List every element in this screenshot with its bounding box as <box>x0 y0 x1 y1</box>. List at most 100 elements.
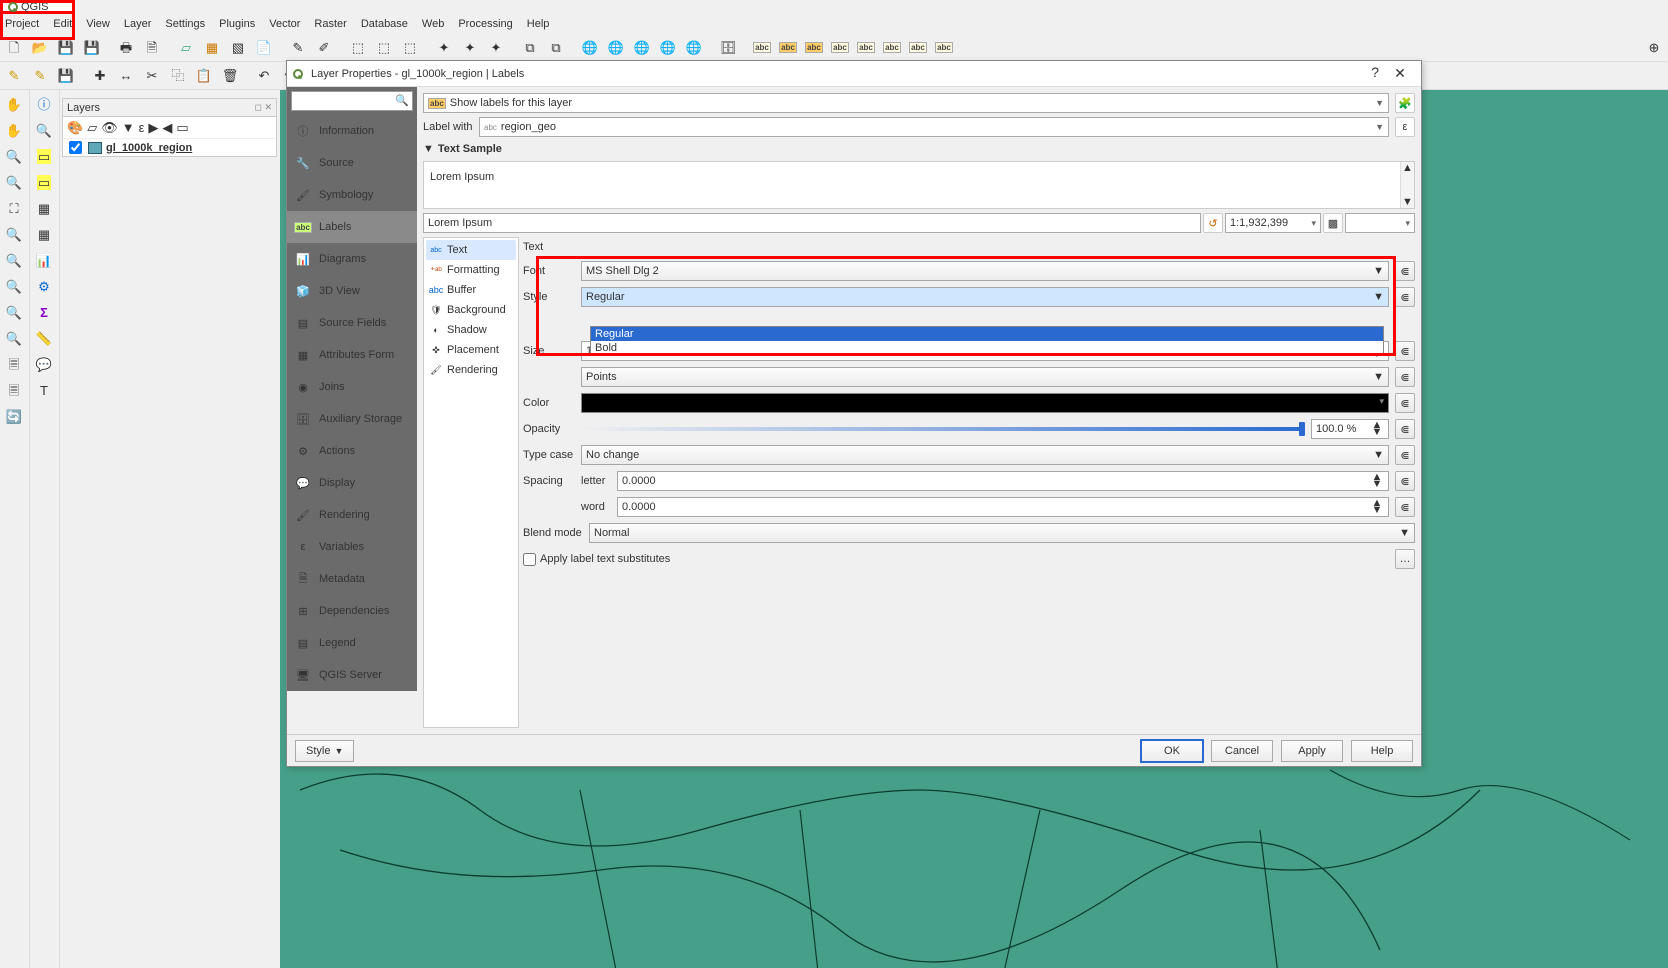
calc-icon[interactable]: ▦ <box>32 222 56 246</box>
vertex-icon[interactable]: ⧉ <box>518 36 542 60</box>
web-icon[interactable]: 🌐 <box>578 36 602 60</box>
help-button[interactable]: Help <box>1351 740 1413 762</box>
label-mode-combo[interactable]: abcShow labels for this layer ▼ <box>423 93 1389 113</box>
layer-remove-icon[interactable]: ▭ <box>176 121 188 134</box>
select-features-icon[interactable]: ▭ <box>32 144 56 168</box>
nav-attrform[interactable]: ▦Attributes Form <box>287 339 417 371</box>
web3-icon[interactable]: 🌐 <box>630 36 654 60</box>
style-menu-button[interactable]: Style▼ <box>295 740 354 762</box>
label-abc4-icon[interactable]: abc <box>828 36 852 60</box>
pencil-icon[interactable]: ✎ <box>2 64 26 88</box>
node2-icon[interactable]: ✦ <box>458 36 482 60</box>
nav-dependencies[interactable]: ⊞Dependencies <box>287 595 417 627</box>
nav-3dview[interactable]: 🧊3D View <box>287 275 417 307</box>
bookmark-icon[interactable]: 💬 <box>32 352 56 376</box>
opacity-slider[interactable] <box>581 427 1305 431</box>
layout-manager-icon[interactable]: 🖶 <box>114 36 138 60</box>
zoom-sel-icon[interactable]: 🔍 <box>2 248 26 272</box>
spacing-letter-input[interactable]: 0.0000▲▼ <box>617 471 1389 491</box>
zoom-full-icon[interactable]: ⛶ <box>2 196 26 220</box>
menu-view[interactable]: View <box>86 18 110 30</box>
save-project-icon[interactable]: 💾 <box>54 36 78 60</box>
nav-symbology[interactable]: 🖌Symbology <box>287 179 417 211</box>
cut-icon[interactable]: ✂ <box>140 64 164 88</box>
add-vector-icon[interactable]: ▱ <box>174 36 198 60</box>
sub-buffer[interactable]: abcBuffer <box>426 280 516 300</box>
menu-project[interactable]: Project <box>5 18 39 30</box>
processing-icon[interactable]: ⚙ <box>32 274 56 298</box>
zoom-last-icon[interactable]: 🔍 <box>2 274 26 298</box>
nav-qgisserver[interactable]: 🖥QGIS Server <box>287 659 417 691</box>
nav-legend[interactable]: ▤Legend <box>287 627 417 659</box>
web5-icon[interactable]: 🌐 <box>682 36 706 60</box>
attr-table-icon[interactable]: ▦ <box>32 196 56 220</box>
spacing-word-input[interactable]: 0.0000▲▼ <box>617 497 1389 517</box>
size-unit-combo[interactable]: Points▼ <box>581 367 1389 387</box>
add-raster-icon[interactable]: ▦ <box>200 36 224 60</box>
save-edits-icon[interactable]: 💾 <box>54 64 78 88</box>
zoom-native-icon[interactable]: 🔍 <box>2 326 26 350</box>
label-abc7-icon[interactable]: abc <box>906 36 930 60</box>
style-option-bold[interactable]: Bold <box>591 341 1383 355</box>
opacity-override-button[interactable]: ⋐ <box>1395 419 1415 439</box>
sub-background[interactable]: 🛡Background <box>426 300 516 320</box>
blend-combo[interactable]: Normal▼ <box>589 523 1415 543</box>
font-combo[interactable]: MS Shell Dlg 2▼ <box>581 261 1389 281</box>
nav-actions[interactable]: ⚙Actions <box>287 435 417 467</box>
menu-processing[interactable]: Processing <box>458 18 512 30</box>
zoom-layer-icon[interactable]: 🔍 <box>2 222 26 246</box>
sigma-icon[interactable]: Σ <box>32 300 56 324</box>
label-abc1-icon[interactable]: abc <box>750 36 774 60</box>
nav-metadata[interactable]: 🗎Metadata <box>287 563 417 595</box>
node3-icon[interactable]: ✦ <box>484 36 508 60</box>
save-as-icon[interactable]: 💾 <box>80 36 104 60</box>
layer-collapse-icon[interactable]: ◀ <box>162 121 172 134</box>
color-swatch[interactable] <box>581 393 1389 413</box>
menu-help[interactable]: Help <box>527 18 550 30</box>
help-icon[interactable]: ? <box>1371 64 1379 84</box>
menu-web[interactable]: Web <box>422 18 444 30</box>
add-mesh-icon[interactable]: ▧ <box>226 36 250 60</box>
label-expression-button[interactable]: ε <box>1395 117 1415 137</box>
label-mode-override-button[interactable]: 🧩 <box>1395 93 1415 113</box>
nav-diagrams[interactable]: 📊Diagrams <box>287 243 417 275</box>
layer-filter-icon[interactable]: ▼ <box>122 121 135 134</box>
nav-labels[interactable]: abcLabels <box>287 211 417 243</box>
layer-style-icon[interactable]: 🎨 <box>67 121 83 134</box>
select2-icon[interactable]: ⬚ <box>372 36 396 60</box>
delete-icon[interactable]: 🗑 <box>218 64 242 88</box>
label-abc8-icon[interactable]: abc <box>932 36 956 60</box>
label-abc6-icon[interactable]: abc <box>880 36 904 60</box>
color-override-button[interactable]: ⋐ <box>1395 393 1415 413</box>
style-override-button[interactable]: ⋐ <box>1395 287 1415 307</box>
menu-settings[interactable]: Settings <box>165 18 205 30</box>
sample-scrollbar[interactable]: ▲▼ <box>1400 162 1414 208</box>
web2-icon[interactable]: 🌐 <box>604 36 628 60</box>
menu-layer[interactable]: Layer <box>124 18 152 30</box>
menu-raster[interactable]: Raster <box>314 18 346 30</box>
typecase-combo[interactable]: No change▼ <box>581 445 1389 465</box>
preview-extra-combo[interactable]: ▾ <box>1345 213 1415 233</box>
text-anno-icon[interactable]: T <box>32 378 56 402</box>
identify-icon[interactable]: ⓘ <box>32 92 56 116</box>
style-option-regular[interactable]: Regular <box>591 327 1383 341</box>
layer-expr-icon[interactable]: ε <box>139 121 145 134</box>
typecase-override-button[interactable]: ⋐ <box>1395 445 1415 465</box>
reset-sample-button[interactable]: ↺ <box>1203 213 1223 233</box>
sub-shadow[interactable]: ◐Shadow <box>426 320 516 340</box>
opacity-input[interactable]: 100.0 %▲▼ <box>1311 419 1389 439</box>
label-abc5-icon[interactable]: abc <box>854 36 878 60</box>
pencil2-icon[interactable]: ✎ <box>28 64 52 88</box>
substitutes-checkbox[interactable]: Apply label text substitutes <box>523 553 670 566</box>
measure-icon[interactable]: 📏 <box>32 326 56 350</box>
paste-icon[interactable]: 📋 <box>192 64 216 88</box>
nav-information[interactable]: ⓘInformation <box>287 115 417 147</box>
text-sample-header[interactable]: ▼ Text Sample <box>423 141 1415 157</box>
add-feature-icon[interactable]: ✚ <box>88 64 112 88</box>
font-override-button[interactable]: ⋐ <box>1395 261 1415 281</box>
zoom-next-icon[interactable]: 🔍 <box>2 300 26 324</box>
add-delimited-icon[interactable]: 📄 <box>252 36 276 60</box>
style-dropdown[interactable]: Regular Bold <box>590 326 1384 356</box>
cancel-button[interactable]: Cancel <box>1211 740 1273 762</box>
substitutes-button[interactable]: … <box>1395 549 1415 569</box>
